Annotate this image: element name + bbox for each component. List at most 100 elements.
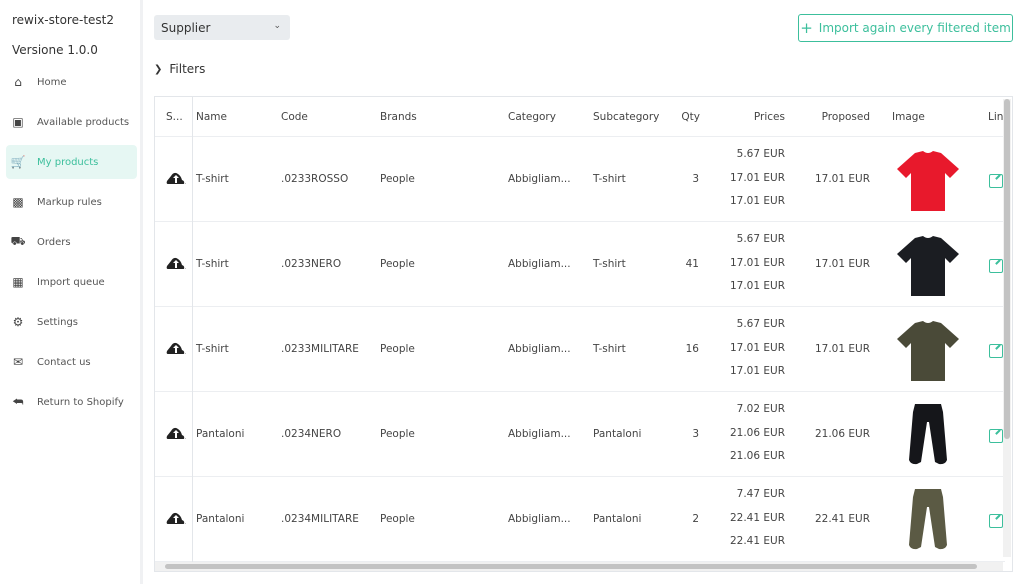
sidebar-item-settings[interactable]: ⚙ Settings — [6, 305, 137, 339]
product-image — [893, 400, 963, 470]
store-name: rewix-store-test2 — [12, 13, 114, 27]
sidebar-item-return-to-shopify[interactable]: ⮪ Return to Shopify — [6, 385, 137, 419]
price-line: 21.06 EUR — [729, 450, 785, 462]
product-brand: People — [380, 343, 415, 355]
product-prices: 7.47 EUR 22.41 EUR 22.41 EUR — [730, 483, 785, 554]
price-line: 5.67 EUR — [736, 318, 785, 330]
column-header-code[interactable]: Code — [281, 111, 308, 123]
product-proposed-price: 17.01 EUR — [814, 258, 870, 270]
column-header-image[interactable]: Image — [892, 111, 925, 123]
filters-label: Filters — [169, 62, 206, 76]
table-row[interactable]: .. T-shirt .0233MILITARE People Abbiglia… — [155, 307, 1005, 392]
edit-link-icon[interactable] — [989, 174, 1003, 188]
filters-toggle[interactable]: ❯ Filters — [154, 62, 205, 76]
svg-text:..: .. — [183, 520, 186, 525]
svg-text:..: .. — [183, 180, 186, 185]
product-brand: People — [380, 173, 415, 185]
product-brand: People — [380, 513, 415, 525]
product-code: .0233MILITARE — [281, 343, 359, 355]
product-category: Abbigliam... — [508, 513, 571, 525]
truck-icon: ⛟ — [10, 234, 26, 248]
product-qty: 3 — [692, 428, 699, 440]
horizontal-scrollbar[interactable] — [155, 562, 1003, 571]
product-subcategory: Pantaloni — [593, 428, 642, 440]
product-code: .0233NERO — [281, 258, 342, 270]
sidebar-item-contact-us[interactable]: ✉ Contact us — [6, 345, 137, 379]
scroll-thumb[interactable] — [1004, 99, 1010, 439]
grid-icon: ▦ — [12, 275, 24, 289]
chevron-down-icon: ⌄ — [273, 21, 281, 31]
product-proposed-price: 22.41 EUR — [814, 513, 870, 525]
import-again-button[interactable]: + Import again every filtered item — [798, 14, 1013, 42]
cloud-upload-icon[interactable]: .. — [166, 171, 187, 188]
table-row[interactable]: .. Pantaloni .0234MILITARE People Abbigl… — [155, 477, 1005, 562]
sidebar-item-label: Available products — [37, 116, 130, 128]
product-subcategory: T-shirt — [593, 343, 626, 355]
edit-link-icon[interactable] — [989, 344, 1003, 358]
version-label: Versione 1.0.0 — [12, 43, 98, 57]
column-header-qty[interactable]: Qty — [681, 111, 700, 123]
cloud-upload-icon[interactable]: .. — [166, 341, 187, 358]
product-subcategory: T-shirt — [593, 258, 626, 270]
product-image — [893, 485, 963, 555]
edit-link-icon[interactable] — [989, 259, 1003, 273]
sidebar-item-available-products[interactable]: ▣ Available products — [6, 105, 137, 139]
product-image — [893, 315, 963, 385]
column-header-subcategory[interactable]: Subcategory — [593, 111, 659, 123]
column-header-lin[interactable]: Lin — [988, 111, 1003, 123]
table-header: S... Name Code Brands Category Subcategory Qty… — [155, 97, 1005, 137]
cloud-upload-icon[interactable]: .. — [166, 511, 187, 528]
price-line: 17.01 EUR — [729, 280, 785, 292]
column-header-prices[interactable]: Prices — [754, 111, 785, 123]
table-row[interactable]: .. T-shirt .0233ROSSO People Abbigliam..… — [155, 137, 1005, 222]
table-row[interactable]: .. Pantaloni .0234NERO People Abbigliam.… — [155, 392, 1005, 477]
vertical-scrollbar[interactable] — [1003, 99, 1011, 557]
price-line: 17.01 EUR — [729, 195, 785, 207]
sidebar-item-home[interactable]: ⌂ Home — [6, 65, 137, 99]
svg-text:..: .. — [183, 350, 186, 355]
price-line: 22.41 EUR — [729, 535, 785, 547]
scroll-thumb[interactable] — [165, 564, 977, 569]
column-header-brands[interactable]: Brands — [380, 111, 417, 123]
product-qty: 2 — [692, 513, 699, 525]
column-header-name[interactable]: Name — [196, 111, 227, 123]
envelope-icon: ✉ — [12, 355, 24, 369]
price-line: 7.47 EUR — [736, 488, 785, 500]
price-line: 21.06 EUR — [729, 426, 785, 439]
sidebar-item-my-products[interactable]: 🛒 My products — [6, 145, 137, 179]
supplier-select[interactable]: Supplier ⌄ — [154, 15, 290, 40]
sidebar-item-label: Orders — [37, 236, 71, 248]
sidebar-item-label: Markup rules — [37, 196, 102, 208]
price-line: 17.01 EUR — [729, 341, 785, 354]
edit-link-icon[interactable] — [989, 514, 1003, 528]
money-icon: ▩ — [12, 195, 24, 209]
edit-link-icon[interactable] — [989, 429, 1003, 443]
sidebar-item-orders[interactable]: ⛟ Orders — [6, 225, 137, 259]
chevron-right-icon: ❯ — [154, 63, 163, 75]
price-line: 17.01 EUR — [729, 365, 785, 377]
sidebar-item-markup-rules[interactable]: ▩ Markup rules — [6, 185, 137, 219]
table-row[interactable]: .. T-shirt .0233NERO People Abbigliam...… — [155, 222, 1005, 307]
price-line: 17.01 EUR — [729, 171, 785, 184]
product-qty: 41 — [685, 258, 699, 270]
gears-icon: ⚙ — [12, 315, 24, 329]
sidebar-item-label: Settings — [37, 316, 79, 328]
sidebar-item-import-queue[interactable]: ▦ Import queue — [6, 265, 137, 299]
column-header-category[interactable]: Category — [508, 111, 556, 123]
product-proposed-price: 21.06 EUR — [814, 428, 870, 440]
cloud-upload-icon[interactable]: .. — [166, 426, 187, 443]
product-image — [893, 145, 963, 215]
product-name: T-shirt — [196, 258, 229, 270]
product-proposed-price: 17.01 EUR — [814, 173, 870, 185]
cloud-upload-icon[interactable]: .. — [166, 256, 187, 273]
cart-icon: 🛒 — [10, 155, 26, 169]
product-prices: 5.67 EUR 17.01 EUR 17.01 EUR — [730, 313, 785, 384]
column-header-proposed[interactable]: Proposed — [822, 111, 870, 123]
product-code: .0233ROSSO — [281, 173, 349, 185]
return-icon: ⮪ — [12, 394, 24, 409]
column-header-s[interactable]: S... — [166, 111, 183, 123]
svg-text:..: .. — [183, 265, 186, 270]
product-subcategory: Pantaloni — [593, 513, 642, 525]
product-category: Abbigliam... — [508, 343, 571, 355]
product-prices: 5.67 EUR 17.01 EUR 17.01 EUR — [730, 143, 785, 214]
